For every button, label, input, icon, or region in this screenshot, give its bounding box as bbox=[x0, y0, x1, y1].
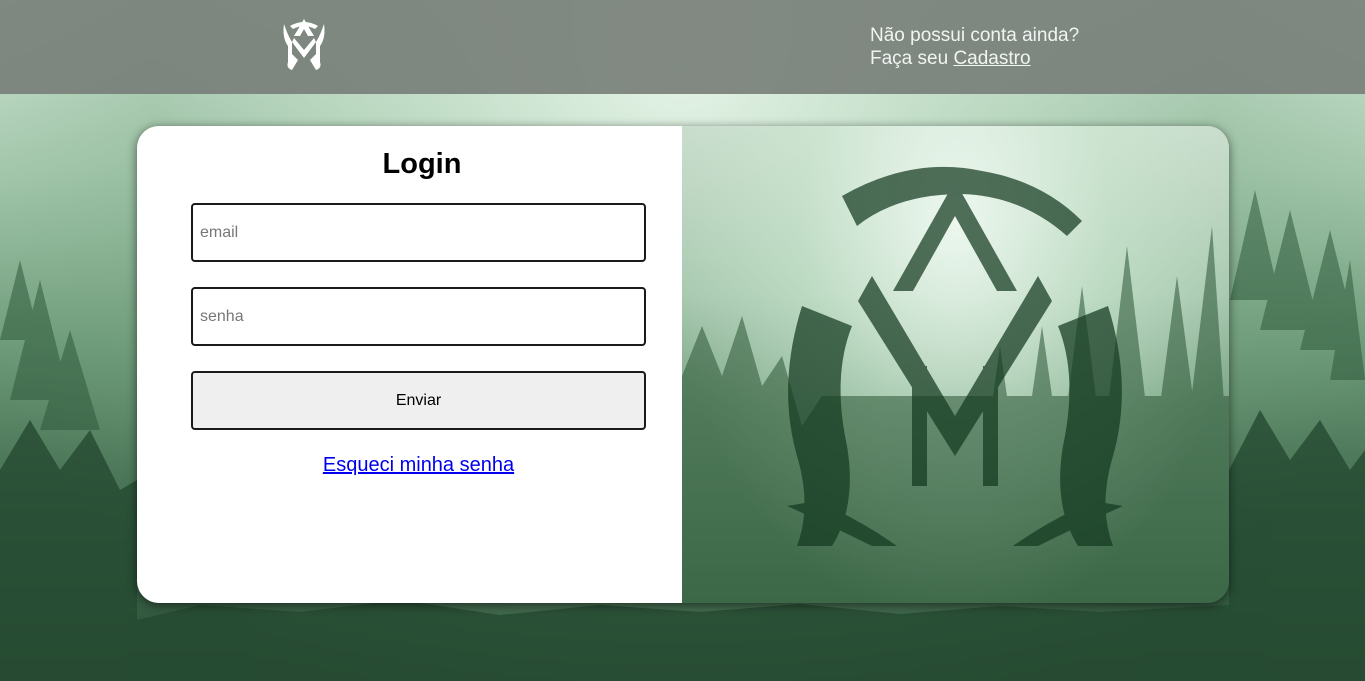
page-title: Login bbox=[382, 148, 462, 180]
header-bar: Não possui conta ainda? Faça seu Cadastr… bbox=[0, 0, 1365, 94]
mask-logo-icon[interactable] bbox=[278, 16, 330, 72]
submit-button[interactable]: Enviar bbox=[191, 371, 646, 430]
forgot-password-link[interactable]: Esqueci minha senha bbox=[323, 454, 514, 476]
brand-image-panel bbox=[682, 126, 1229, 603]
signup-line: Faça seu Cadastro bbox=[870, 47, 1079, 70]
password-field[interactable] bbox=[191, 287, 646, 346]
email-field[interactable] bbox=[191, 203, 646, 262]
login-panel: Login Enviar Esqueci minha senha bbox=[137, 126, 682, 603]
forgot-password-container: Esqueci minha senha bbox=[137, 454, 700, 477]
forest-logo-image bbox=[682, 166, 1229, 603]
signup-prefix: Faça seu bbox=[870, 48, 954, 69]
signup-link[interactable]: Cadastro bbox=[953, 48, 1030, 69]
signup-prompt: Não possui conta ainda? Faça seu Cadastr… bbox=[870, 24, 1079, 70]
signup-question: Não possui conta ainda? bbox=[870, 25, 1080, 46]
login-card: Login Enviar Esqueci minha senha bbox=[137, 126, 1229, 603]
